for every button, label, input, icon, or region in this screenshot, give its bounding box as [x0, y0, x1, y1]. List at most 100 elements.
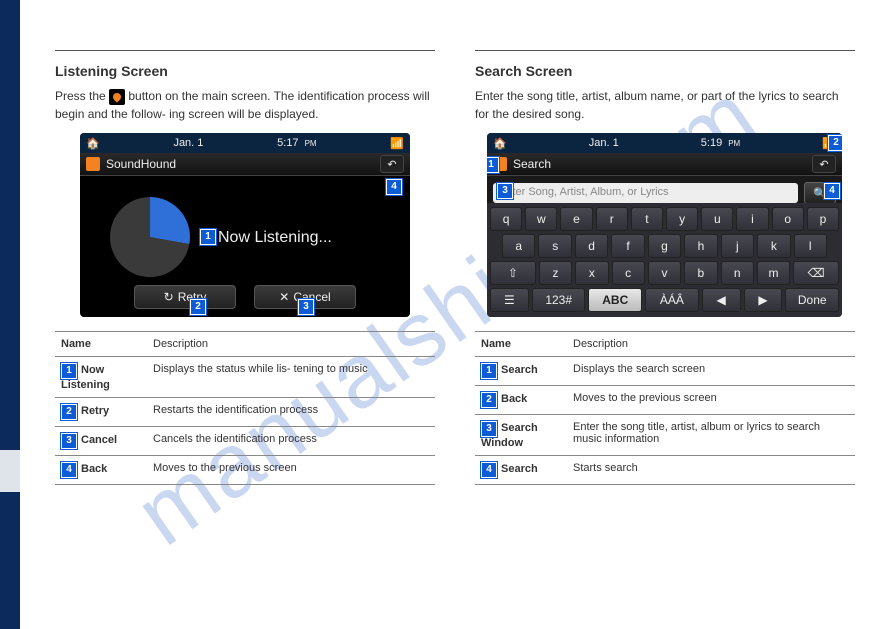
col-header-desc: Description	[147, 332, 435, 357]
keyboard-key[interactable]: e	[560, 207, 592, 231]
keyboard-key[interactable]: v	[648, 261, 681, 285]
status-ampm: PM	[728, 139, 740, 148]
left-column: Listening Screen Press the button on the…	[55, 50, 435, 485]
col-header-name: Name	[475, 332, 567, 357]
home-icon[interactable]: 🏠	[86, 137, 100, 150]
table-row: 4SearchStarts search	[475, 456, 855, 485]
status-date: Jan. 1	[589, 137, 619, 149]
back-button[interactable]: ↶	[812, 155, 836, 173]
title-bar: SoundHound ↶	[80, 153, 410, 176]
callout-4: 4	[386, 179, 402, 195]
back-button[interactable]: ↶	[380, 155, 404, 173]
keyboard-key[interactable]: f	[611, 234, 644, 258]
row-name: Search	[501, 364, 538, 376]
callout-2: 2	[828, 135, 842, 151]
keyboard-key[interactable]: n	[721, 261, 754, 285]
keyboard-key[interactable]: u	[701, 207, 733, 231]
callout-1: 1	[200, 229, 216, 245]
table-row: 2RetryRestarts the identification proces…	[55, 398, 435, 427]
on-screen-keyboard: qwertyuiop asdfghjkl ⇧zxcvbnm⌫ ☰123#ABCÀ…	[487, 203, 842, 317]
keyboard-key[interactable]: ▶	[744, 288, 783, 312]
manual-sidebar	[0, 0, 20, 629]
soundhound-icon	[109, 89, 125, 105]
keyboard-key[interactable]: ÀÁÂ	[645, 288, 699, 312]
keyboard-key[interactable]: ◀	[702, 288, 741, 312]
badge-4: 4	[61, 462, 77, 478]
keyboard-key[interactable]: s	[538, 234, 571, 258]
keyboard-key[interactable]: c	[612, 261, 645, 285]
keyboard-key[interactable]: o	[772, 207, 804, 231]
col-header-desc: Description	[567, 332, 855, 357]
app-title: SoundHound	[106, 157, 176, 171]
status-date: Jan. 1	[173, 137, 203, 149]
row-desc: Cancels the identification process	[147, 427, 435, 456]
soundhound-app-icon	[86, 157, 100, 171]
status-time: 5:17	[277, 137, 298, 149]
keyboard-key[interactable]: ⇧	[490, 261, 536, 285]
section-title: Listening Screen	[55, 63, 435, 79]
keyboard-key[interactable]: m	[757, 261, 790, 285]
spec-table-right: Name Description 1 Search Displays the sea…	[475, 331, 855, 485]
keyboard-key[interactable]: b	[684, 261, 717, 285]
keyboard-key[interactable]: y	[666, 207, 698, 231]
keyboard-key[interactable]: p	[807, 207, 839, 231]
signal-icon: 📶	[390, 137, 404, 150]
keyboard-key[interactable]: k	[757, 234, 790, 258]
home-icon[interactable]: 🏠	[493, 137, 507, 150]
row-desc: Starts search	[567, 456, 855, 485]
row-desc: Displays the status while lis- tening to…	[147, 357, 435, 398]
badge-2: 2	[61, 404, 77, 420]
badge-2: 2	[481, 392, 497, 408]
row-desc: Displays the search screen	[567, 357, 855, 386]
callout-3: 3	[298, 299, 314, 315]
status-bar: 🏠 Jan. 1 5:19PM 📶	[487, 133, 842, 153]
retry-button[interactable]: ↻ Retry	[134, 285, 236, 309]
divider	[55, 50, 435, 51]
status-bar: 🏠 Jan. 1 5:17PM 📶	[80, 133, 410, 153]
keyboard-key[interactable]: q	[490, 207, 522, 231]
now-listening-label: Now Listening...	[218, 229, 332, 247]
row-desc: Moves to the previous screen	[147, 456, 435, 485]
search-placeholder: Enter Song, Artist, Album, or Lyrics	[499, 186, 669, 198]
table-row: 2 Back Moves to the previous screen	[475, 386, 855, 415]
keyboard-key[interactable]: x	[575, 261, 608, 285]
keyboard-key[interactable]: ⌫	[793, 261, 839, 285]
keyboard-key[interactable]: ABC	[588, 288, 642, 312]
row-desc: Moves to the previous screen	[567, 386, 855, 415]
section-title: Search Screen	[475, 63, 855, 79]
row-name: Retry	[81, 405, 109, 417]
keyboard-key[interactable]: j	[721, 234, 754, 258]
row-name: Search	[501, 463, 538, 475]
keyboard-key[interactable]: h	[684, 234, 717, 258]
badge-1: 1	[61, 363, 77, 379]
keyboard-key[interactable]: l	[794, 234, 827, 258]
keyboard-key[interactable]: a	[502, 234, 535, 258]
spec-table-left: Name Description 1Now ListeningDisplays …	[55, 331, 435, 485]
badge-1: 1	[481, 363, 497, 379]
section-intro: Press the button on the main screen. The…	[55, 87, 435, 123]
table-row: 1Now ListeningDisplays the status while …	[55, 357, 435, 398]
keyboard-key[interactable]: 123#	[532, 288, 586, 312]
table-row: 3 Cancel Cancels the identification proces…	[55, 427, 435, 456]
keyboard-key[interactable]: r	[596, 207, 628, 231]
row-name: Back	[501, 393, 527, 405]
keyboard-key[interactable]: w	[525, 207, 557, 231]
keyboard-key[interactable]: i	[736, 207, 768, 231]
manual-sidebar-highlight	[0, 450, 20, 492]
keyboard-key[interactable]: Done	[785, 288, 839, 312]
col-header-name: Name	[55, 332, 147, 357]
keyboard-key[interactable]: g	[648, 234, 681, 258]
badge-3: 3	[61, 433, 77, 449]
table-row: 4 Back Moves to the previous screen	[55, 456, 435, 485]
search-input[interactable]: Enter Song, Artist, Album, or Lyrics	[493, 183, 798, 203]
keyboard-key[interactable]: t	[631, 207, 663, 231]
row-name: Cancel	[81, 434, 117, 446]
divider	[475, 50, 855, 51]
table-row: 1 Search Displays the search screen	[475, 357, 855, 386]
app-title: Search	[513, 157, 551, 171]
keyboard-key[interactable]: z	[539, 261, 572, 285]
keyboard-key[interactable]: ☰	[490, 288, 529, 312]
intro-text-before: Press the	[55, 89, 109, 103]
row-name: Back	[81, 463, 107, 475]
keyboard-key[interactable]: d	[575, 234, 608, 258]
